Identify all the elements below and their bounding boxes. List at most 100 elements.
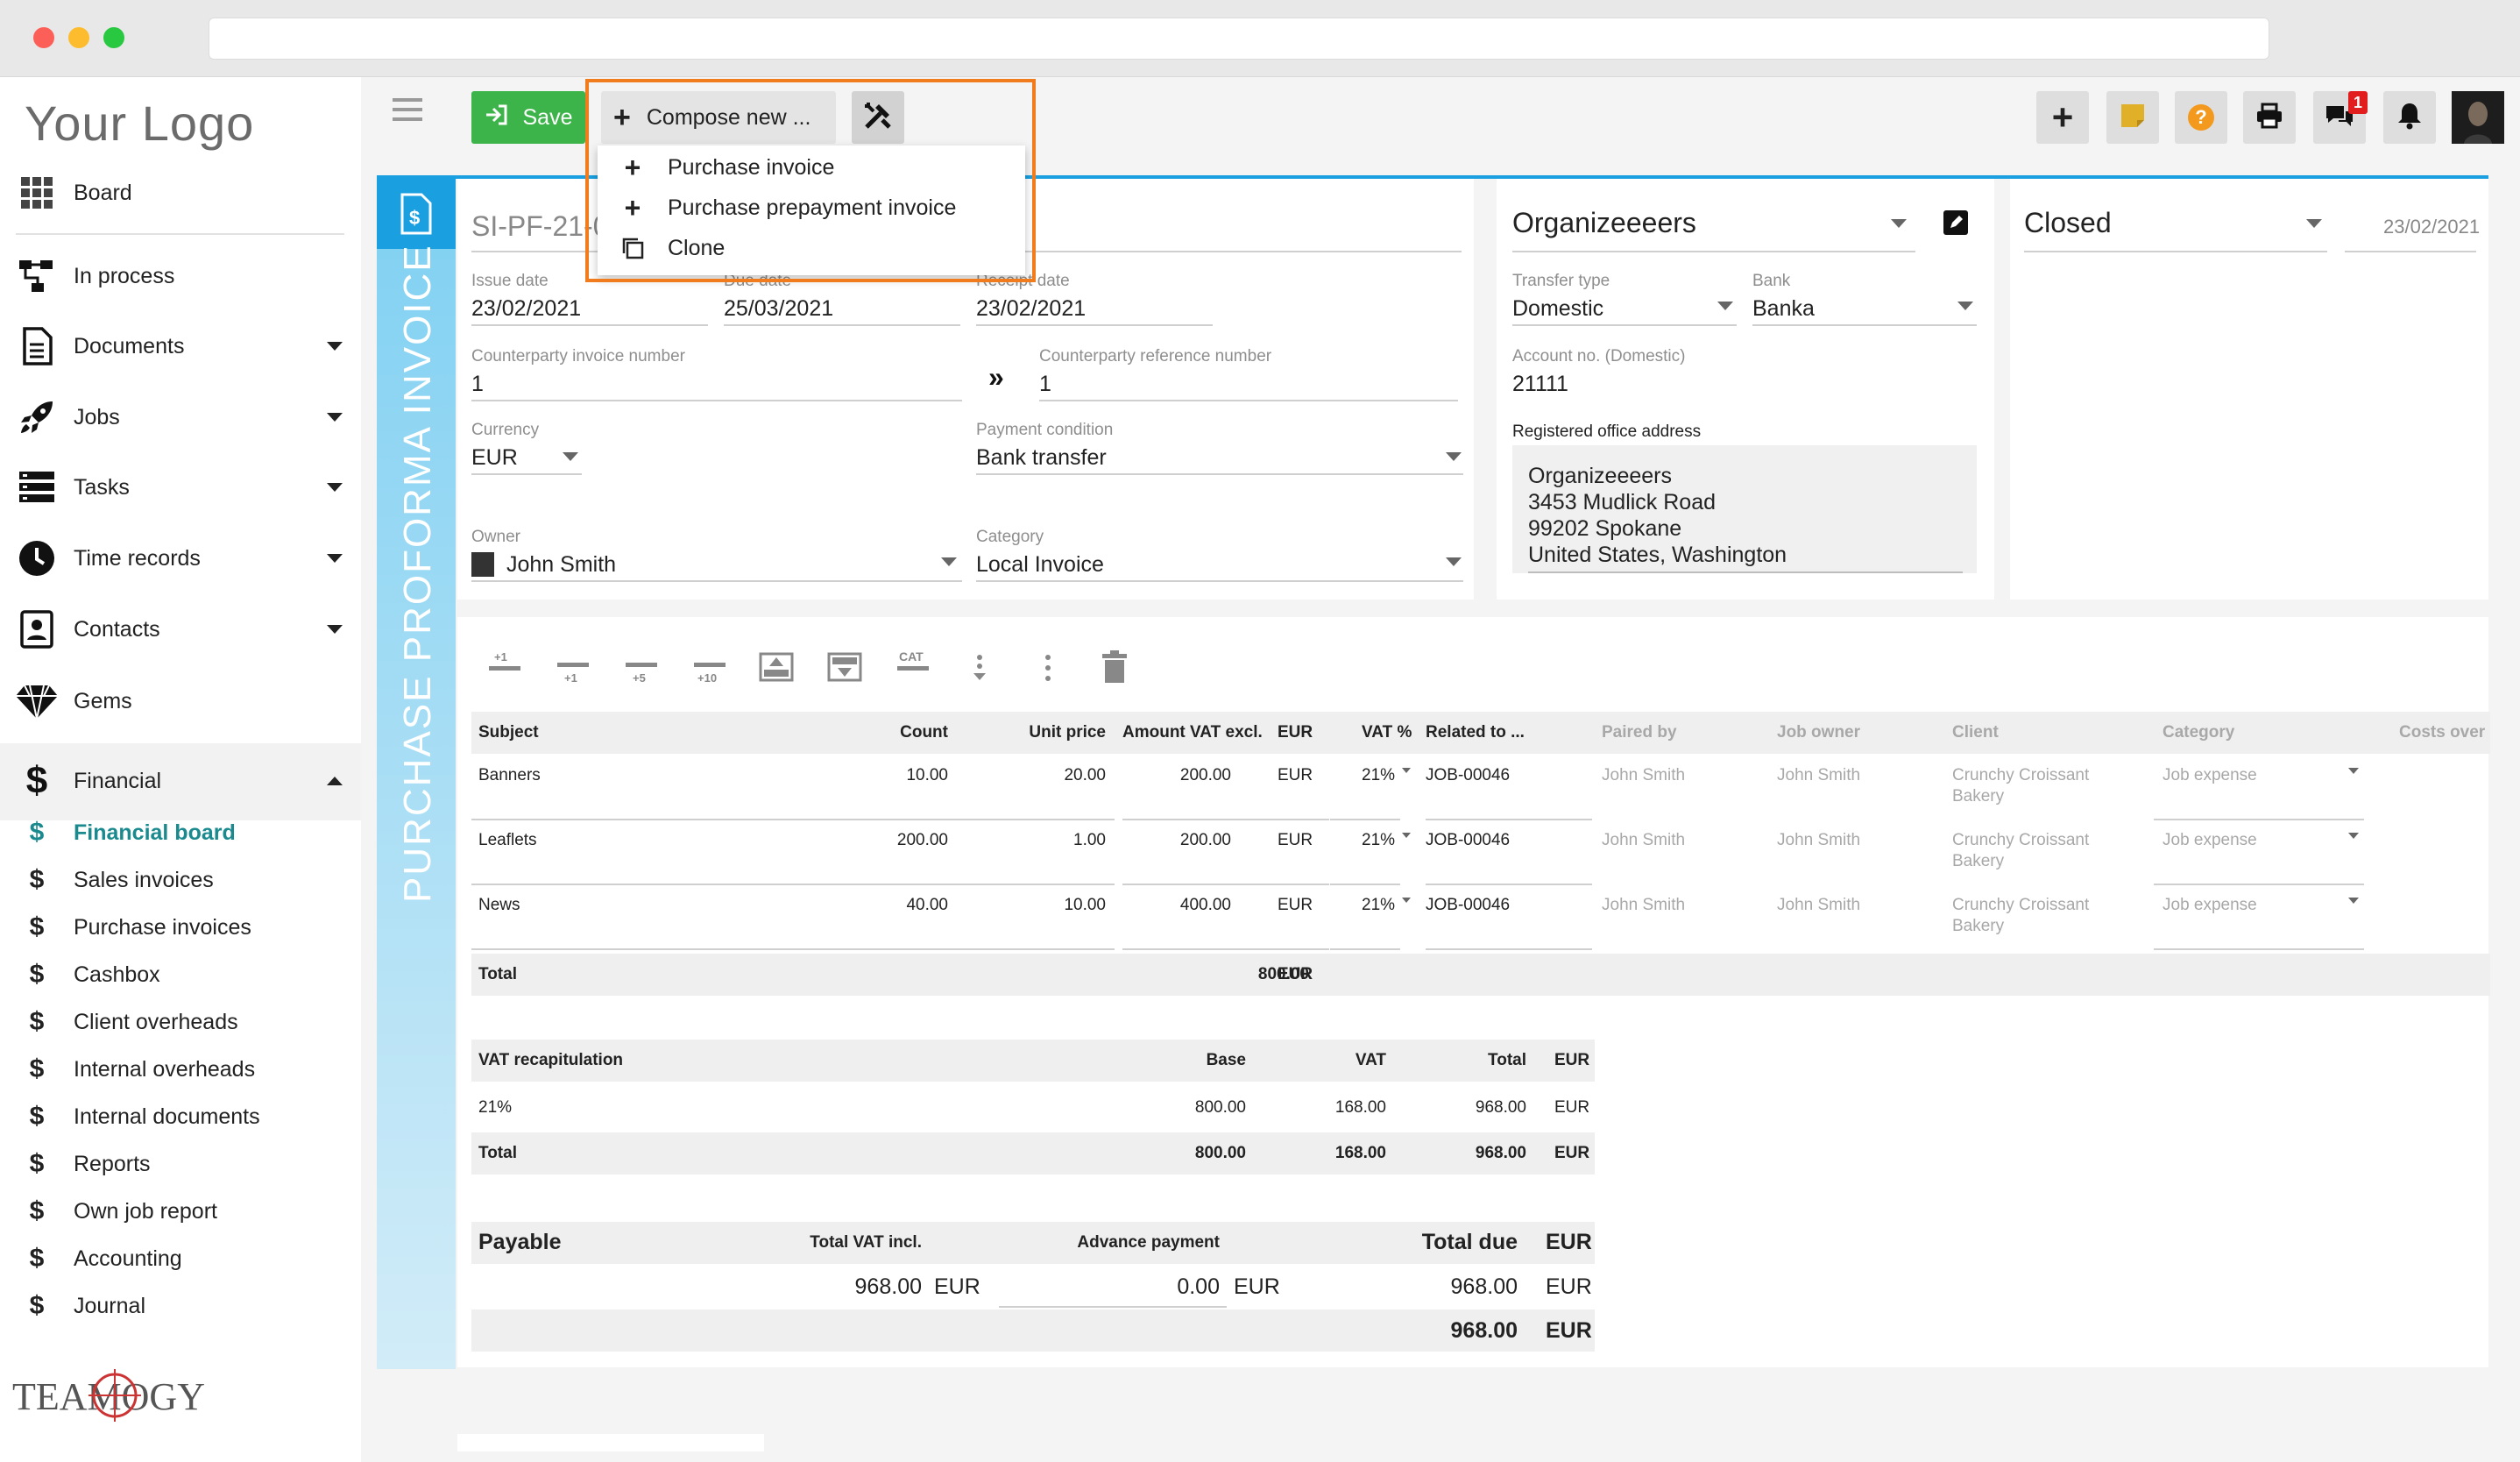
chevron-down-icon[interactable] [1402, 833, 1411, 838]
item-count[interactable]: 200.00 [841, 831, 948, 850]
item-related-job[interactable]: JOB-00046 [1426, 896, 1510, 915]
sidebar-subitem-sales-invoices[interactable]: $ Sales invoices [0, 856, 361, 904]
sidebar-subitem-own-job-report[interactable]: $ Own job report [0, 1188, 361, 1235]
sidebar-subitem-internal-overheads[interactable]: $ Internal overheads [0, 1046, 361, 1093]
bank-select[interactable]: Banka [1752, 296, 1815, 322]
item-category-select[interactable]: Job expense [2163, 766, 2257, 785]
help-button[interactable]: ? [2175, 91, 2227, 144]
double-chevron-right-icon[interactable]: » [988, 361, 1004, 394]
expand-vertical-icon[interactable] [969, 652, 990, 688]
chevron-down-icon[interactable] [1402, 898, 1411, 903]
save-button[interactable]: Save [471, 91, 585, 144]
currency-select[interactable]: EUR [471, 445, 518, 471]
chevron-down-icon[interactable] [2348, 833, 2359, 839]
chevron-down-icon[interactable] [308, 342, 361, 351]
add-button[interactable]: + [2036, 91, 2089, 144]
sidebar-item-board[interactable]: Board [0, 158, 361, 228]
maximize-window-icon[interactable] [103, 27, 124, 48]
owner-select[interactable]: John Smith [506, 552, 616, 578]
chevron-down-icon[interactable] [308, 483, 361, 492]
item-unit-price[interactable]: 1.00 [964, 831, 1106, 850]
chevron-down-icon[interactable] [1446, 557, 1462, 566]
chevron-down-icon[interactable] [308, 413, 361, 422]
item-subject[interactable]: Banners [478, 766, 541, 785]
sidebar-subitem-journal[interactable]: $ Journal [0, 1282, 361, 1330]
chevron-down-icon[interactable] [563, 452, 578, 461]
item-count[interactable]: 10.00 [841, 766, 948, 785]
sidebar-subitem-internal-documents[interactable]: $ Internal documents [0, 1093, 361, 1140]
address-bar[interactable] [209, 18, 2269, 60]
sidebar-item-gems[interactable]: Gems [0, 666, 361, 736]
move-up-icon[interactable] [759, 652, 794, 686]
chevron-down-icon[interactable] [941, 557, 957, 566]
sidebar-item-financial[interactable]: $ Financial [0, 746, 361, 816]
sidebar-subitem-reports[interactable]: $ Reports [0, 1140, 361, 1188]
payment-condition-select[interactable]: Bank transfer [976, 445, 1107, 471]
counterparty-reference-field[interactable]: 1 [1039, 372, 1051, 397]
item-count[interactable]: 40.00 [841, 896, 948, 915]
chevron-down-icon[interactable] [2348, 898, 2359, 904]
item-unit-price[interactable]: 20.00 [964, 766, 1106, 785]
chevron-down-icon[interactable] [1402, 768, 1411, 773]
item-subject[interactable]: Leaflets [478, 831, 537, 850]
item-related-job[interactable]: JOB-00046 [1426, 766, 1510, 785]
sidebar-item-documents[interactable]: Documents [0, 311, 361, 381]
add-10-below-icon[interactable]: +10 [692, 656, 727, 695]
trash-icon[interactable] [1101, 650, 1129, 688]
sidebar-item-contacts[interactable]: Contacts [0, 594, 361, 664]
item-unit-price[interactable]: 10.00 [964, 896, 1106, 915]
hamburger-menu-icon[interactable] [389, 95, 428, 126]
avatar[interactable] [2452, 91, 2504, 144]
add-5-below-icon[interactable]: +5 [624, 656, 659, 695]
receipt-date-field[interactable]: 23/02/2021 [976, 296, 1086, 322]
status-select[interactable]: Closed [2024, 207, 2112, 239]
due-date-field[interactable]: 25/03/2021 [724, 296, 833, 322]
sidebar-subitem-client-overheads[interactable]: $ Client overheads [0, 998, 361, 1046]
category-tool-icon[interactable]: CAT [895, 649, 931, 688]
sticky-note-button[interactable] [2106, 91, 2159, 144]
add-1-below-icon[interactable]: +1 [556, 656, 591, 695]
more-vertical-icon[interactable] [1037, 650, 1058, 690]
item-category-select[interactable]: Job expense [2163, 831, 2257, 850]
sidebar-item-tasks[interactable]: Tasks [0, 452, 361, 522]
sidebar-subitem-financial-board[interactable]: $ Financial board [0, 809, 361, 856]
chevron-down-icon[interactable] [1957, 302, 1973, 310]
sidebar-subitem-purchase-invoices[interactable]: $ Purchase invoices [0, 904, 361, 951]
chat-button[interactable]: 1 [2313, 91, 2368, 144]
sidebar-subitem-cashbox[interactable]: $ Cashbox [0, 951, 361, 998]
chevron-down-icon[interactable] [2306, 219, 2322, 228]
chevron-down-icon[interactable] [1446, 452, 1462, 461]
item-related-job[interactable]: JOB-00046 [1426, 831, 1510, 850]
sidebar-subitem-accounting[interactable]: $ Accounting [0, 1235, 361, 1282]
add-1-above-icon[interactable]: +1 [487, 649, 522, 688]
close-window-icon[interactable] [33, 27, 54, 48]
sidebar-item-in-process[interactable]: In process [0, 241, 361, 311]
transfer-type-select[interactable]: Domestic [1512, 296, 1603, 322]
sidebar-item-jobs[interactable]: Jobs [0, 382, 361, 452]
item-vat-select[interactable]: 21% [1362, 766, 1395, 785]
edit-icon[interactable] [1943, 210, 1968, 235]
notifications-button[interactable] [2383, 91, 2436, 144]
chevron-down-icon[interactable] [2348, 768, 2359, 774]
account-value: 21111 [1512, 372, 1568, 396]
counterparty-select[interactable]: Organizeeeers [1512, 207, 1696, 239]
chevron-down-icon[interactable] [1717, 302, 1733, 310]
status-date[interactable]: 23/02/2021 [2383, 216, 2480, 238]
sidebar-item-time-records[interactable]: Time records [0, 523, 361, 593]
item-category-select[interactable]: Job expense [2163, 896, 2257, 915]
chevron-down-icon[interactable] [308, 554, 361, 563]
category-select[interactable]: Local Invoice [976, 552, 1104, 578]
item-subject[interactable]: News [478, 896, 520, 915]
chevron-up-icon[interactable] [308, 777, 361, 785]
advance-payment-input[interactable]: 0.00 [999, 1274, 1220, 1300]
minimize-window-icon[interactable] [68, 27, 89, 48]
chevron-down-icon[interactable] [308, 625, 361, 634]
issue-date-field[interactable]: 23/02/2021 [471, 296, 581, 322]
item-vat-select[interactable]: 21% [1362, 831, 1395, 850]
counterparty-invoice-field[interactable]: 1 [471, 372, 484, 397]
chevron-down-icon[interactable] [1891, 219, 1907, 228]
grid-icon [0, 175, 74, 210]
print-button[interactable] [2243, 91, 2296, 144]
move-down-icon[interactable] [827, 652, 862, 686]
item-vat-select[interactable]: 21% [1362, 896, 1395, 915]
